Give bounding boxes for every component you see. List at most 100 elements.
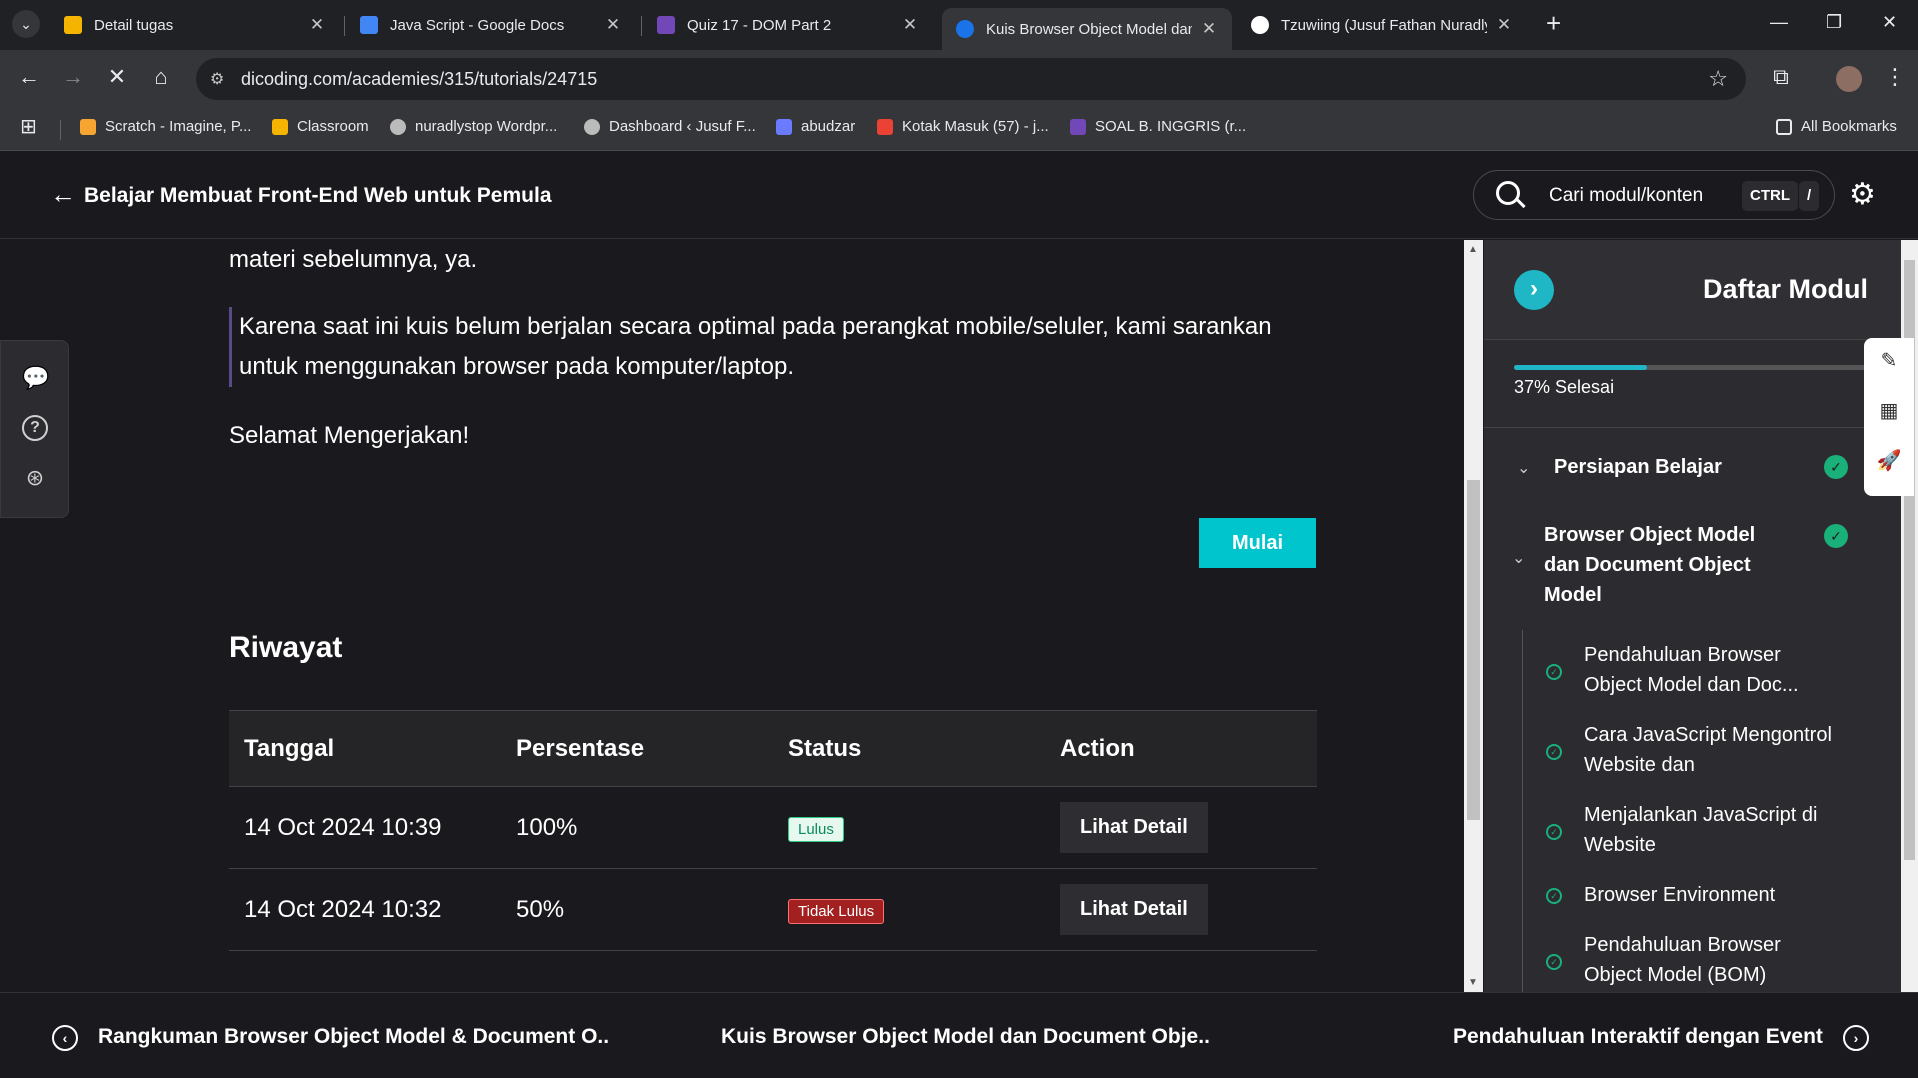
greeting-text: Selamat Mengerjakan! bbox=[229, 422, 470, 449]
all-bookmarks[interactable]: All Bookmarks bbox=[1776, 118, 1897, 135]
prev-lesson-link[interactable]: Rangkuman Browser Object Model & Documen… bbox=[98, 1025, 609, 1049]
progress-label: 37% Selesai bbox=[1514, 377, 1615, 397]
sidebar-title: Daftar Modul bbox=[1703, 274, 1868, 304]
browser-tab[interactable]: Detail tugas ✕ bbox=[50, 8, 340, 42]
collapse-sidebar-button[interactable]: › bbox=[1514, 270, 1554, 310]
stop-loading-icon[interactable]: ✕ bbox=[102, 64, 132, 90]
view-detail-button[interactable]: Lihat Detail bbox=[1060, 884, 1208, 935]
restore-icon[interactable]: ❐ bbox=[1826, 12, 1842, 33]
chevron-right-icon[interactable]: › bbox=[1843, 1025, 1869, 1051]
status-badge-fail: Tidak Lulus bbox=[788, 899, 885, 924]
url-text[interactable]: dicoding.com/academies/315/tutorials/247… bbox=[241, 69, 597, 90]
forms-favicon-icon bbox=[657, 16, 675, 34]
main-scrollbar[interactable]: ▲ ▼ bbox=[1464, 240, 1483, 992]
col-percent: Persentase bbox=[516, 734, 645, 762]
chevron-left-icon[interactable]: ‹ bbox=[52, 1025, 78, 1051]
gear-icon[interactable]: ⚙ bbox=[1849, 177, 1876, 212]
bookmark-item[interactable]: Scratch - Imagine, P... bbox=[80, 118, 251, 135]
main-content: materi sebelumnya, ya. Karena saat ini k… bbox=[0, 240, 1463, 992]
new-tab-button[interactable]: + bbox=[1546, 8, 1561, 39]
lesson-footer-nav: ‹ Rangkuman Browser Object Model & Docum… bbox=[0, 992, 1918, 1078]
chevron-down-icon: ⌄ bbox=[1517, 460, 1531, 477]
bookmark-item[interactable]: nuradlystop Wordpr... bbox=[390, 118, 557, 135]
course-header: ← Belajar Membuat Front-End Web untuk Pe… bbox=[0, 151, 1918, 239]
back-icon[interactable]: ← bbox=[14, 64, 44, 90]
start-quiz-button[interactable]: Mulai bbox=[1199, 518, 1316, 568]
browser-tab-strip: ⌄ Detail tugas ✕ Java Script - Google Do… bbox=[0, 0, 1918, 50]
bookmark-item[interactable]: Kotak Masuk (57) - j... bbox=[877, 118, 1049, 135]
bookmark-star-icon[interactable]: ☆ bbox=[1708, 66, 1728, 92]
cell-percent: 50% bbox=[516, 895, 565, 923]
browser-tab[interactable]: Quiz 17 - DOM Part 2 ✕ bbox=[643, 8, 933, 42]
module-search[interactable]: Cari modul/konten CTRL / bbox=[1473, 170, 1835, 220]
close-icon[interactable]: ✕ bbox=[1200, 19, 1218, 39]
module-item[interactable]: ✓ Cara JavaScript Mengontrol Website dan bbox=[1546, 720, 1846, 780]
module-group[interactable]: ⌄ Persiapan Belajar ✓ bbox=[1484, 440, 1884, 500]
cell-date: 14 Oct 2024 10:32 bbox=[244, 895, 442, 923]
back-arrow-icon[interactable]: ← bbox=[50, 179, 76, 210]
browser-tab-active[interactable]: Kuis Browser Object Model dan ✕ bbox=[942, 8, 1232, 50]
search-icon bbox=[1496, 181, 1520, 205]
scroll-up-icon[interactable]: ▲ bbox=[1468, 244, 1478, 255]
rocket-icon[interactable]: 🚀 bbox=[1876, 448, 1902, 474]
home-icon[interactable]: ⌂ bbox=[146, 64, 176, 90]
profile-avatar[interactable] bbox=[1836, 66, 1862, 92]
bookmark-separator bbox=[60, 120, 61, 140]
edit-notes-icon[interactable]: ✎ bbox=[1876, 348, 1902, 374]
scroll-down-icon[interactable]: ▼ bbox=[1468, 977, 1478, 988]
browser-toolbar: ← → ✕ ⌂ ⚙ dicoding.com/academies/315/tut… bbox=[0, 50, 1918, 108]
browser-tab[interactable]: Tzuwiing (Jusuf Fathan Nuradly) ✕ bbox=[1237, 8, 1527, 42]
check-circle-icon: ✓ bbox=[1546, 888, 1562, 904]
module-item[interactable]: ✓ Pendahuluan Browser Object Model dan D… bbox=[1546, 640, 1846, 700]
course-title[interactable]: Belajar Membuat Front-End Web untuk Pemu… bbox=[84, 184, 552, 208]
col-action: Action bbox=[1060, 734, 1135, 762]
kbd-ctrl: CTRL bbox=[1742, 181, 1798, 211]
bookmark-item[interactable]: abudzar bbox=[776, 118, 855, 135]
module-item[interactable]: ✓ Pendahuluan Browser Object Model (BOM) bbox=[1546, 930, 1846, 990]
classroom-icon bbox=[272, 118, 288, 135]
browser-tab[interactable]: Java Script - Google Docs ✕ bbox=[346, 8, 636, 42]
window-close-icon[interactable]: ✕ bbox=[1882, 12, 1897, 33]
bookmark-item[interactable]: SOAL B. INGGRIS (r... bbox=[1070, 118, 1246, 135]
calendar-icon[interactable]: ▦ bbox=[1876, 398, 1902, 424]
module-group[interactable]: ⌄ Browser Object Model dan Document Obje… bbox=[1484, 510, 1884, 610]
classroom-favicon-icon bbox=[64, 16, 82, 34]
close-icon[interactable]: ✕ bbox=[1495, 15, 1513, 35]
minimize-icon[interactable]: — bbox=[1770, 12, 1788, 33]
forward-icon[interactable]: → bbox=[58, 64, 88, 90]
next-lesson-link[interactable]: Pendahuluan Interaktif dengan Event bbox=[1453, 1025, 1823, 1049]
folder-icon bbox=[1776, 118, 1792, 135]
dicoding-favicon-icon bbox=[956, 20, 974, 38]
cell-percent: 100% bbox=[516, 813, 578, 841]
cell-date: 14 Oct 2024 10:39 bbox=[244, 813, 442, 841]
table-row: 14 Oct 2024 10:32 50% Tidak Lulus Lihat … bbox=[229, 869, 1317, 951]
view-detail-button[interactable]: Lihat Detail bbox=[1060, 802, 1208, 853]
search-placeholder: Cari modul/konten bbox=[1549, 185, 1704, 206]
bookmark-item[interactable]: Dashboard ‹ Jusuf F... bbox=[584, 118, 756, 135]
apps-icon[interactable]: ⊞ bbox=[20, 114, 37, 139]
check-icon: ✓ bbox=[1824, 455, 1848, 479]
col-status: Status bbox=[788, 734, 862, 762]
check-circle-icon: ✓ bbox=[1546, 744, 1562, 760]
tab-search-button[interactable]: ⌄ bbox=[12, 10, 40, 38]
close-icon[interactable]: ✕ bbox=[901, 15, 919, 35]
close-icon[interactable]: ✕ bbox=[308, 15, 326, 35]
progress-bar bbox=[1514, 365, 1874, 370]
history-title: Riwayat bbox=[229, 631, 343, 664]
module-item[interactable]: ✓ Menjalankan JavaScript di Website bbox=[1546, 800, 1846, 860]
check-circle-icon: ✓ bbox=[1546, 954, 1562, 970]
module-item[interactable]: ✓ Browser Environment bbox=[1546, 880, 1846, 910]
close-icon[interactable]: ✕ bbox=[604, 15, 622, 35]
address-bar[interactable]: ⚙ dicoding.com/academies/315/tutorials/2… bbox=[196, 58, 1746, 100]
scroll-thumb[interactable] bbox=[1467, 480, 1480, 820]
kbd-slash: / bbox=[1799, 181, 1820, 211]
forms-icon bbox=[1070, 118, 1086, 135]
extensions-icon[interactable]: ⧉ bbox=[1766, 64, 1796, 90]
check-circle-icon: ✓ bbox=[1546, 824, 1562, 840]
mobile-note: Karena saat ini kuis belum berjalan seca… bbox=[229, 307, 1309, 387]
site-info-icon[interactable]: ⚙ bbox=[210, 69, 224, 89]
chevron-down-icon: ⌄ bbox=[1512, 550, 1526, 567]
wordpress-icon bbox=[390, 118, 406, 135]
bookmark-item[interactable]: Classroom bbox=[272, 118, 369, 135]
chrome-menu-icon[interactable]: ⋮ bbox=[1880, 64, 1910, 90]
